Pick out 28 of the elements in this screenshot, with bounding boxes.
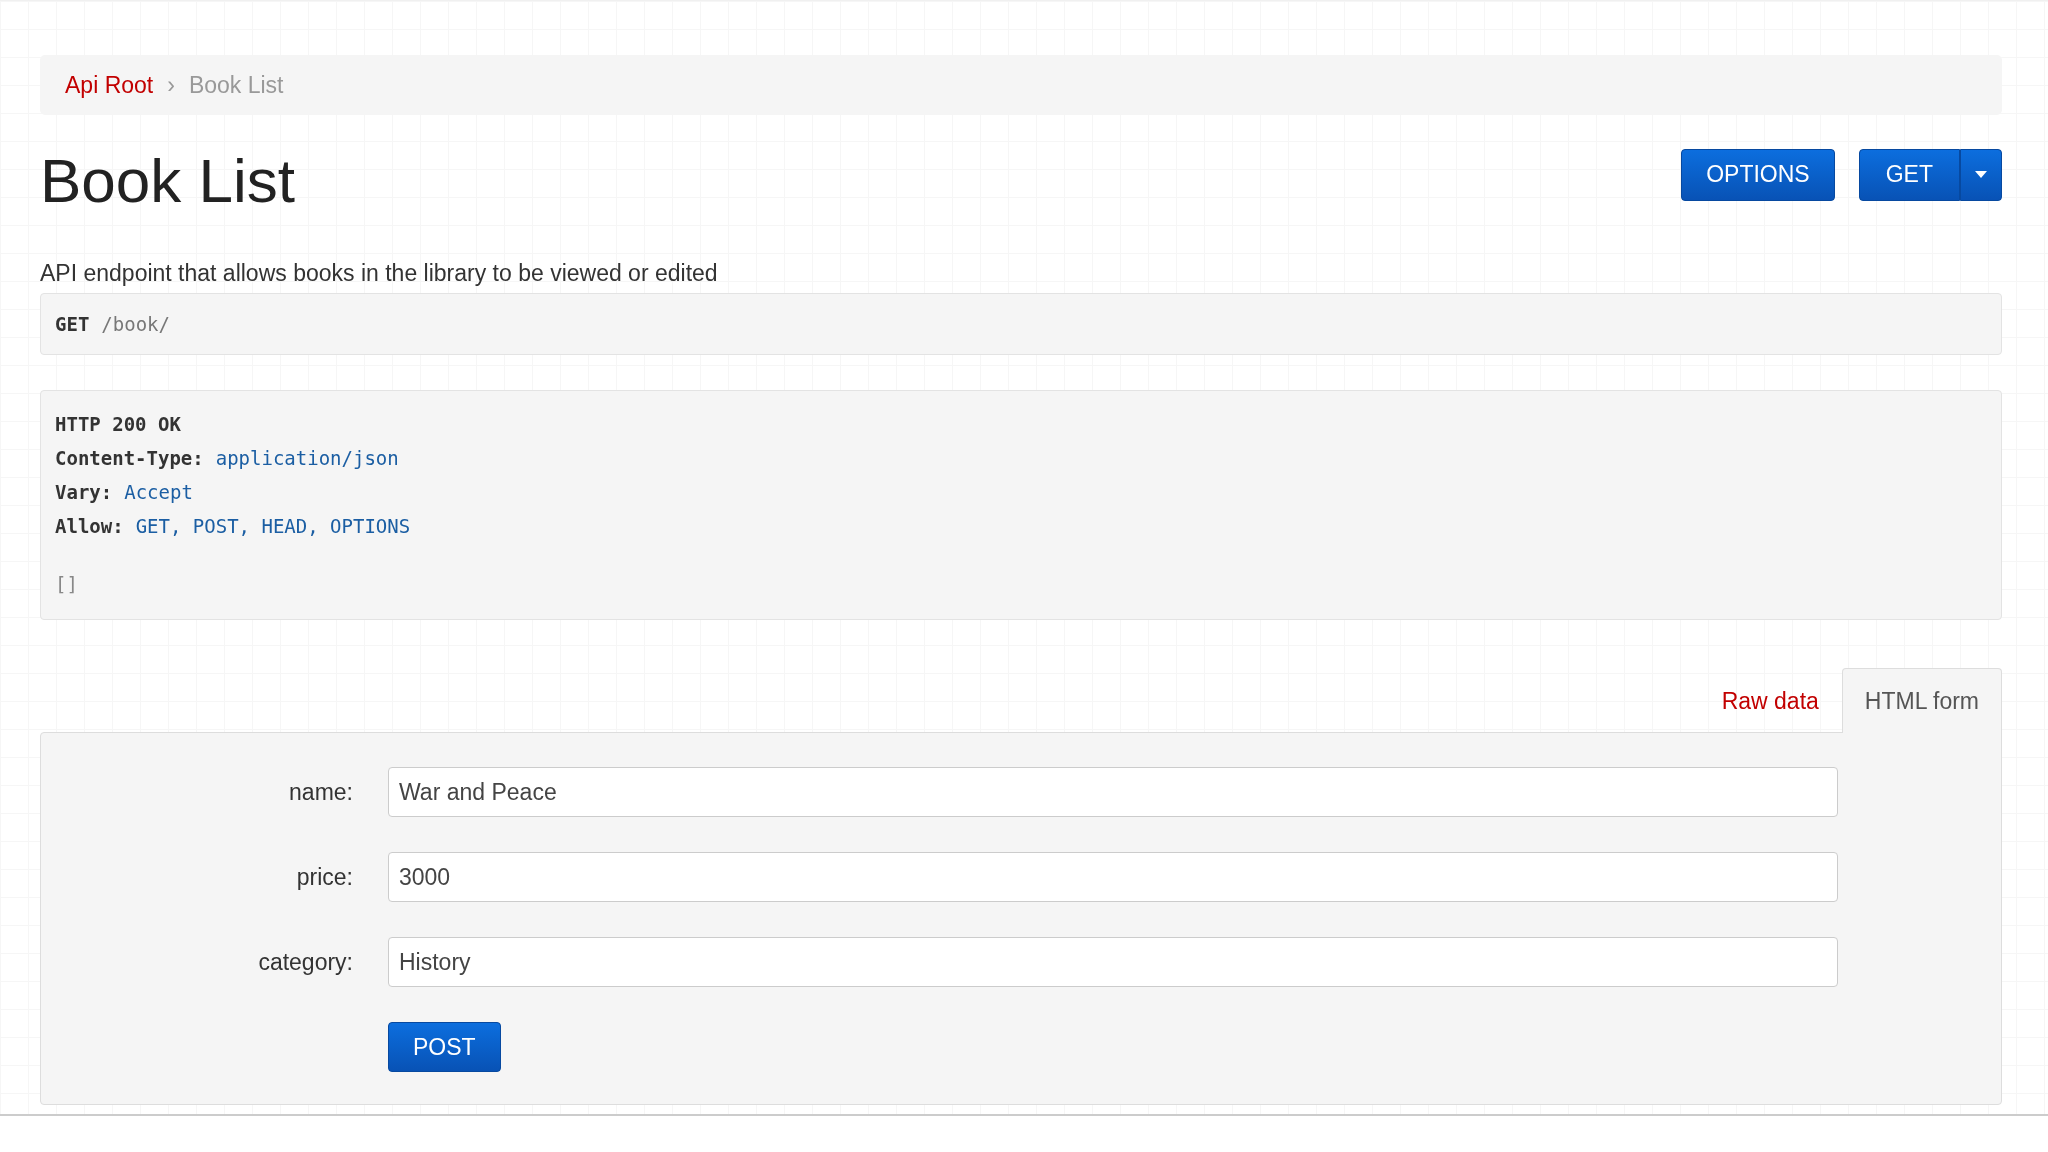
header-name: Allow:	[55, 514, 124, 539]
breadcrumb-separator: ›	[167, 71, 175, 99]
field-label: category:	[257, 948, 353, 976]
input-field[interactable]: History	[388, 937, 1838, 987]
form-tab[interactable]: HTML form	[1841, 668, 2002, 733]
page-title: Book List	[40, 145, 296, 216]
dropdown-toggle[interactable]	[1960, 148, 2002, 201]
get-button[interactable]: GET	[1858, 148, 1960, 201]
options-button[interactable]: OPTIONS	[1681, 148, 1835, 201]
header-name: Vary:	[55, 480, 113, 505]
response-status: HTTP 200 OK	[55, 412, 181, 437]
input-field[interactable]: War and Peace	[388, 767, 1838, 817]
current-page-label: Book List	[188, 71, 284, 99]
field-label: name:	[288, 778, 353, 806]
breadcrumb-link[interactable]: Api Root	[65, 71, 154, 99]
header-name: Content-Type:	[55, 446, 204, 471]
post-button[interactable]: POST	[388, 1022, 501, 1072]
field-label: price:	[295, 863, 353, 891]
request-method: GET	[55, 313, 90, 335]
caret-icon	[1975, 171, 1987, 178]
header-value: GET, POST, HEAD, OPTIONS	[135, 514, 411, 539]
header-value: Accept	[124, 480, 193, 505]
form-tab[interactable]: Raw data	[1698, 668, 1842, 733]
endpoint-description: API endpoint that allows books in the library to be viewed or edited	[40, 260, 719, 287]
response-body: []	[55, 573, 78, 595]
request-path: /book/	[101, 313, 170, 335]
input-field[interactable]: 3000	[388, 852, 1838, 902]
header-value: application/json	[215, 446, 399, 471]
